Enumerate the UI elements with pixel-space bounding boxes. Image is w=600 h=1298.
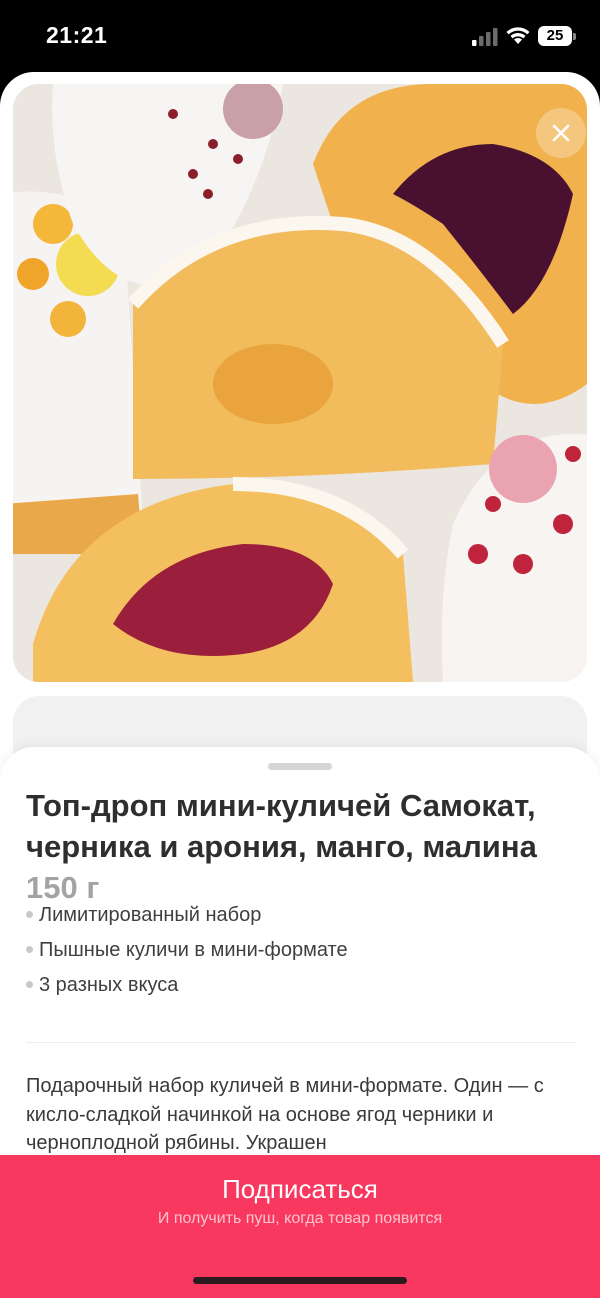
kulich-photo [13,84,587,682]
feature-text: Лимитированный набор [39,903,262,926]
wifi-icon [506,27,530,44]
product-description: Подарочный набор куличей в мини-формате.… [26,1075,544,1154]
product-title: Топ-дроп мини-куличей Самокат, черника и… [26,785,576,908]
battery-icon: 25 [538,26,576,46]
product-modal: Топ-дроп мини-куличей Самокат, черника и… [0,72,600,1298]
list-item: Лимитированный набор [26,897,576,932]
bullet-icon [26,946,33,953]
status-time: 21:21 [46,22,108,48]
subscribe-label: Подписаться [222,1174,378,1204]
product-image [13,84,587,682]
bullet-icon [26,981,33,988]
bullet-icon [26,911,33,918]
divider [26,1042,576,1043]
close-button[interactable] [536,108,586,158]
subscribe-sublabel: И получить пуш, когда товар появится [157,1210,443,1227]
home-indicator[interactable] [193,1277,407,1284]
cellular-signal-icon [472,28,498,46]
close-icon [552,124,570,142]
product-title-text: Топ-дроп мини-куличей Самокат, черника и… [26,788,537,864]
feature-list: Лимитированный набор Пышные куличи в мин… [26,897,576,1002]
list-item: 3 разных вкуса [26,967,576,1002]
drag-handle[interactable] [268,763,332,770]
subscribe-button[interactable]: Подписаться И получить пуш, когда товар … [0,1155,600,1298]
status-bar: 21:21 25 [0,0,600,74]
list-item: Пышные куличи в мини-формате [26,932,576,967]
feature-text: Пышные куличи в мини-формате [39,938,348,961]
feature-text: 3 разных вкуса [39,973,179,996]
